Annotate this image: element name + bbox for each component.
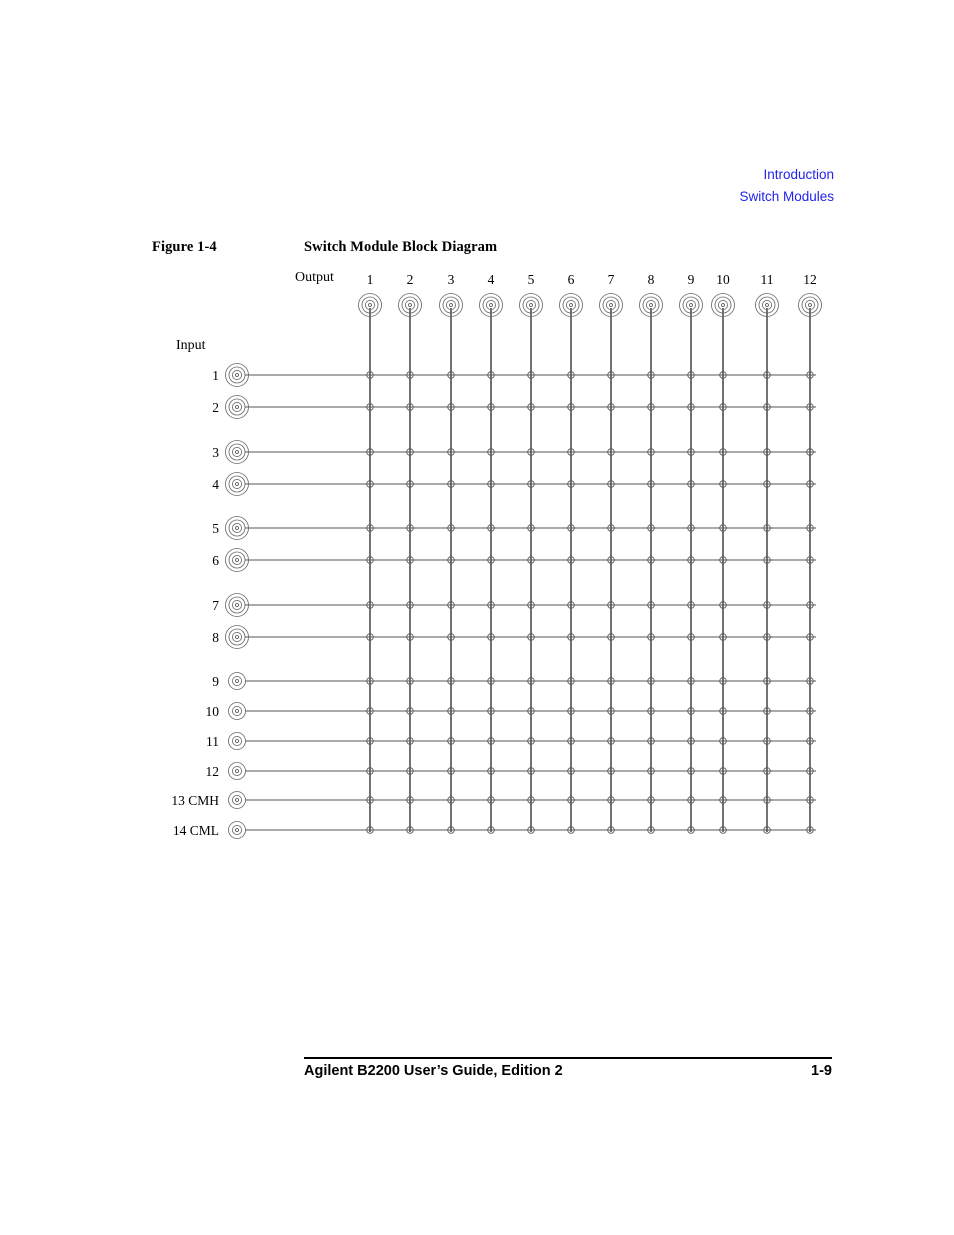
input-coax-connector-large bbox=[225, 363, 249, 387]
output-axis-label: Output bbox=[295, 270, 334, 285]
output-coax-connector bbox=[358, 293, 382, 317]
input-labels-group: 12345678910111213 CMH14 CML bbox=[171, 368, 219, 838]
output-coax-connector bbox=[798, 293, 822, 317]
output-label: 4 bbox=[488, 272, 495, 287]
output-label: 1 bbox=[367, 272, 374, 287]
output-bus-lines-group bbox=[369, 308, 811, 832]
axis-labels-group: Output Input bbox=[176, 270, 334, 353]
output-label: 6 bbox=[568, 272, 575, 287]
input-label: 13 CMH bbox=[171, 793, 219, 808]
footer-rule bbox=[304, 1057, 832, 1059]
input-axis-label: Input bbox=[176, 338, 206, 353]
input-label: 1 bbox=[212, 368, 219, 383]
input-coax-connector-large bbox=[225, 625, 249, 649]
input-coax-connector-small bbox=[228, 702, 246, 720]
input-coax-connector-small bbox=[228, 762, 246, 780]
switch-module-block-diagram: Output Input 1 2 3 4 5 6 7 8 9 10 11 12 1 2 3 4 5 6 7 8 9 10 1… bbox=[0, 0, 954, 1000]
input-coax-connector-large bbox=[225, 548, 249, 572]
output-coax-connector bbox=[679, 293, 703, 317]
input-coax-connector-large bbox=[225, 593, 249, 617]
output-label: 7 bbox=[608, 272, 615, 287]
input-label: 2 bbox=[212, 400, 219, 415]
input-coax-connector-small bbox=[228, 791, 246, 809]
input-label: 10 bbox=[206, 704, 220, 719]
input-coax-connector-large bbox=[225, 516, 249, 540]
footer-book-title: Agilent B2200 User’s Guide, Edition 2 bbox=[304, 1063, 563, 1079]
input-coax-connector-large bbox=[225, 440, 249, 464]
input-connectors-group bbox=[225, 363, 249, 839]
block-diagram-canvas: OutputInput 1 2 3 4 5 6 7 8 9 10 11 12 123456789101… bbox=[171, 270, 822, 839]
input-label: 11 bbox=[206, 734, 219, 749]
input-label: 14 CML bbox=[173, 823, 219, 838]
output-label: 5 bbox=[528, 272, 535, 287]
output-coax-connector bbox=[711, 293, 735, 317]
input-coax-connector-large bbox=[225, 472, 249, 496]
output-coax-connector bbox=[639, 293, 663, 317]
output-label: 11 bbox=[761, 272, 774, 287]
input-label: 12 bbox=[206, 764, 220, 779]
footer-page-number: 1-9 bbox=[811, 1063, 832, 1079]
input-label: 5 bbox=[212, 521, 219, 536]
output-coax-connector bbox=[559, 293, 583, 317]
input-coax-connector-small bbox=[228, 732, 246, 750]
output-coax-connector bbox=[398, 293, 422, 317]
crosspoints-group bbox=[366, 371, 814, 834]
output-coax-connector bbox=[439, 293, 463, 317]
output-coax-connector bbox=[599, 293, 623, 317]
input-label: 7 bbox=[212, 598, 219, 613]
input-coax-connector-small bbox=[228, 672, 246, 690]
output-label: 8 bbox=[648, 272, 655, 287]
output-labels-group: 1 2 3 4 5 6 7 8 9 10 11 12 bbox=[367, 272, 817, 287]
input-label: 3 bbox=[212, 445, 219, 460]
output-coax-connector bbox=[755, 293, 779, 317]
output-coax-connector bbox=[479, 293, 503, 317]
input-label: 6 bbox=[212, 553, 219, 568]
output-label: 2 bbox=[407, 272, 414, 287]
output-coax-connector bbox=[519, 293, 543, 317]
output-label: 3 bbox=[448, 272, 455, 287]
output-label: 12 bbox=[803, 272, 817, 287]
page-footer: Agilent B2200 User’s Guide, Edition 2 1-… bbox=[304, 1063, 832, 1079]
output-label: 10 bbox=[716, 272, 730, 287]
output-connectors-group bbox=[358, 293, 822, 317]
input-label: 4 bbox=[212, 477, 219, 492]
input-label: 9 bbox=[212, 674, 219, 689]
input-coax-connector-large bbox=[225, 395, 249, 419]
input-coax-connector-small bbox=[228, 821, 246, 839]
output-label: 9 bbox=[688, 272, 695, 287]
input-label: 8 bbox=[212, 630, 219, 645]
